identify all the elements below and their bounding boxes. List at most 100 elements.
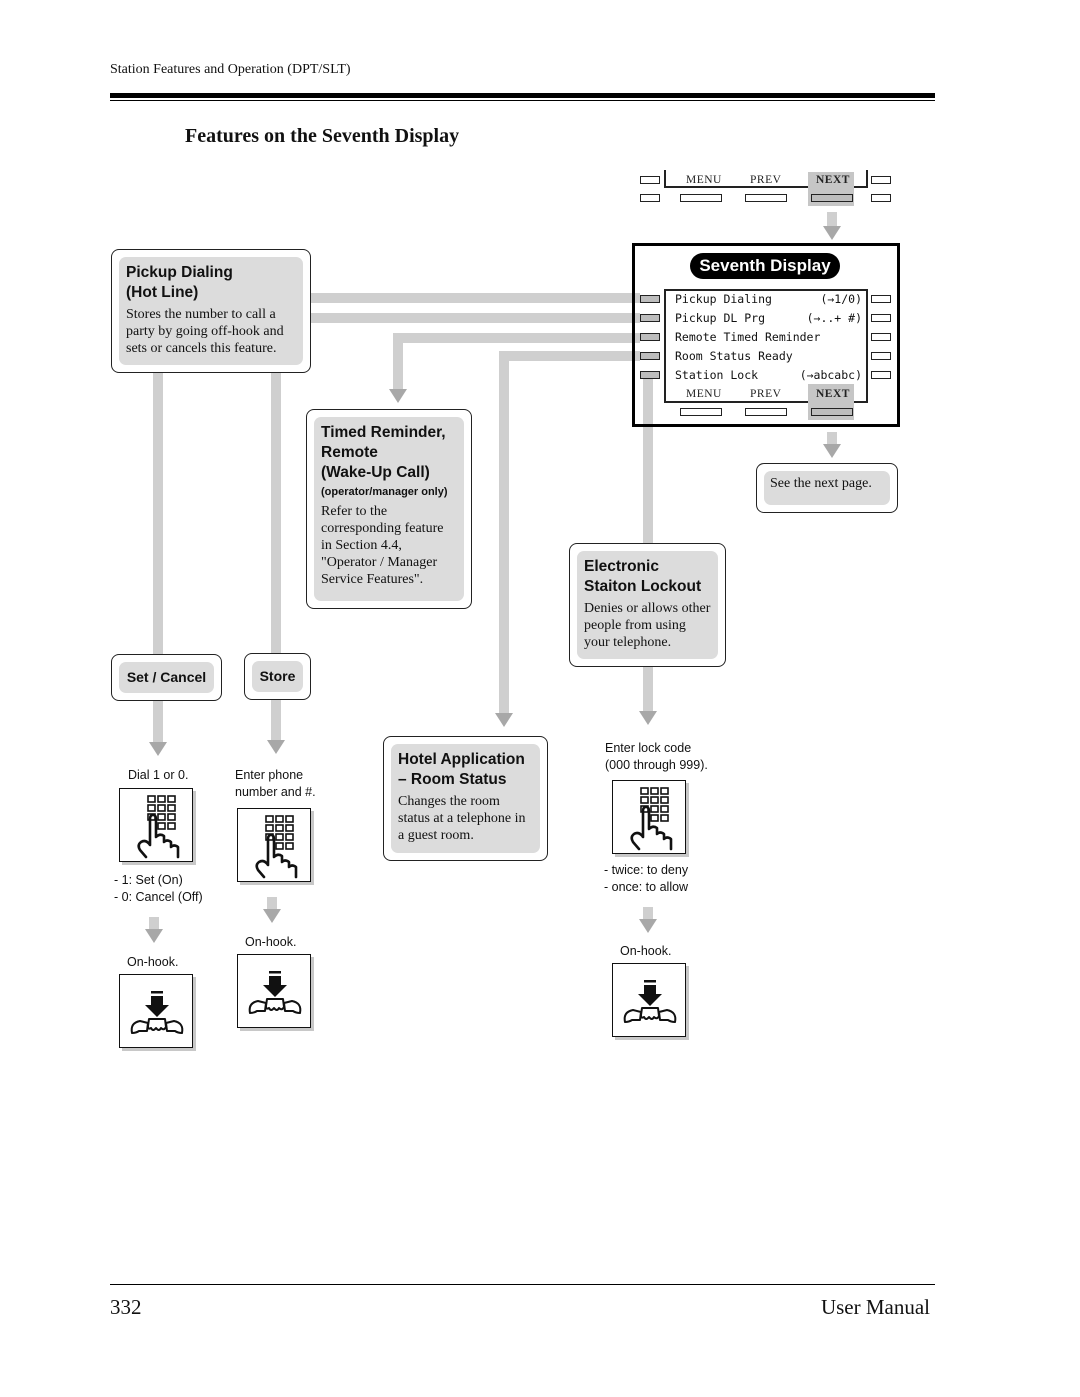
feature-title: (Wake-Up Call): [321, 464, 430, 481]
header-rule-thin: [110, 100, 935, 101]
onhook-caption: On-hook.: [127, 955, 179, 969]
flow-line-onhook-2: [267, 897, 277, 909]
handset-on-hook-icon: [612, 963, 686, 1037]
keypad-finger-icon: [237, 808, 311, 882]
feature-description: Refer to the corresponding feature in Se…: [321, 504, 444, 587]
softkey-prev-button[interactable]: [745, 408, 787, 416]
station-lockout-box: Electronic Staiton Lockout Denies or all…: [569, 543, 726, 667]
softkey-menu-button[interactable]: [680, 408, 722, 416]
down-arrow-icon: [149, 742, 167, 756]
pickup-dialing-box: Pickup Dialing (Hot Line) Stores the num…: [111, 249, 311, 373]
see-next-page-text: See the next page.: [764, 471, 890, 505]
display-line-label: Room Status Ready: [675, 349, 793, 363]
display-title-badge: Seventh Display: [690, 253, 840, 279]
see-next-page-box: See the next page.: [756, 463, 898, 513]
softkey-prev-button[interactable]: [745, 194, 787, 202]
softkey-next-button[interactable]: [811, 194, 853, 202]
display-line-label: Pickup DL Prg: [675, 311, 766, 325]
page-number: 332: [110, 1295, 142, 1319]
right-button-3[interactable]: [871, 333, 891, 341]
feature-description: Denies or allows other people from using…: [584, 601, 711, 650]
flow-line-set-cancel: [153, 372, 163, 654]
softkey-next-button[interactable]: [811, 408, 853, 416]
set-option: - 1: Set (On): [114, 873, 183, 887]
line-button-3[interactable]: [640, 333, 660, 341]
flow-line-room-status: [499, 351, 640, 361]
flow-line-lock-down: [643, 667, 653, 711]
feature-subtitle: (operator/manager only): [321, 486, 448, 498]
down-arrow-icon: [823, 226, 841, 240]
feature-title: Electronic: [584, 558, 659, 575]
line-button-1[interactable]: [640, 295, 660, 303]
feature-title: – Room Status: [398, 771, 507, 788]
down-arrow-icon: [639, 919, 657, 933]
down-arrow-icon: [267, 740, 285, 754]
store-caption-2: number and #.: [235, 785, 316, 799]
flow-line-set-down: [153, 700, 163, 742]
store-button[interactable]: Store: [244, 653, 311, 700]
right-button-2[interactable]: [871, 314, 891, 322]
flow-line-pickup-dialing: [310, 293, 640, 303]
down-arrow-icon: [389, 389, 407, 403]
softkey-menu-label: MENU: [686, 174, 722, 186]
line-button-5[interactable]: [640, 371, 660, 379]
softkey-menu-label: MENU: [686, 388, 722, 400]
down-arrow-icon: [263, 909, 281, 923]
flow-line-pickup-dl-prg: [310, 313, 640, 323]
handset-on-hook-icon: [237, 954, 311, 1028]
side-button[interactable]: [640, 194, 660, 202]
display-line-label: Remote Timed Reminder: [675, 330, 821, 344]
flow-line-next-top: [827, 212, 837, 226]
flow-line-store: [271, 372, 281, 654]
set-caption: Dial 1 or 0.: [128, 768, 189, 782]
softkey-next-label: NEXT: [816, 388, 850, 400]
line-button-2[interactable]: [640, 314, 660, 322]
flow-line-onhook-1: [149, 917, 159, 929]
feature-title: Remote: [321, 444, 378, 461]
down-arrow-icon: [639, 711, 657, 725]
softkey-menu-button[interactable]: [680, 194, 722, 202]
feature-title: Pickup Dialing: [126, 264, 233, 281]
right-button-4[interactable]: [871, 352, 891, 360]
set-cancel-label: Set / Cancel: [119, 662, 214, 693]
handset-on-hook-icon: [119, 974, 193, 1048]
lock-caption-2: (000 through 999).: [605, 758, 708, 772]
side-button[interactable]: [871, 176, 891, 184]
display-line-hint: (→..+ #): [806, 311, 862, 325]
timed-reminder-box: Timed Reminder, Remote (Wake-Up Call) (o…: [306, 409, 472, 609]
side-button[interactable]: [640, 176, 660, 184]
feature-title: (Hot Line): [126, 284, 199, 301]
header-rule-thick: [110, 93, 935, 98]
softkey-next-label: NEXT: [816, 174, 850, 186]
lock-option: - once: to allow: [604, 880, 689, 894]
line-button-4[interactable]: [640, 352, 660, 360]
feature-description: Stores the number to call a party by goi…: [126, 307, 284, 356]
feature-title: Hotel Application: [398, 751, 525, 768]
feature-description: Changes the room status at a telephone i…: [398, 794, 526, 843]
display-line-hint: (→1/0): [820, 292, 862, 306]
keypad-finger-icon: [612, 780, 686, 854]
lock-caption-1: Enter lock code: [605, 741, 692, 755]
feature-title: Timed Reminder,: [321, 424, 446, 441]
lock-option: - twice: to deny: [604, 863, 689, 877]
onhook-caption: On-hook.: [620, 944, 672, 958]
softkey-prev-label: PREV: [750, 388, 782, 400]
side-button[interactable]: [871, 194, 891, 202]
page-title: Features on the Seventh Display: [185, 125, 460, 147]
flow-line-onhook-3: [643, 907, 653, 919]
right-button-5[interactable]: [871, 371, 891, 379]
right-button-1[interactable]: [871, 295, 891, 303]
set-cancel-button[interactable]: Set / Cancel: [111, 654, 222, 701]
footer-rule: [110, 1284, 935, 1285]
store-label: Store: [252, 661, 303, 692]
display-line-label: Pickup Dialing: [675, 292, 772, 306]
running-header: Station Features and Operation (DPT/SLT): [110, 62, 351, 77]
onhook-caption: On-hook.: [245, 935, 297, 949]
flow-line-store-down: [271, 700, 281, 740]
set-option: - 0: Cancel (Off): [114, 890, 203, 904]
softkey-prev-label: PREV: [750, 174, 782, 186]
down-arrow-icon: [823, 444, 841, 458]
footer-title: User Manual: [820, 1295, 930, 1319]
store-caption-1: Enter phone: [235, 768, 304, 782]
flow-line-remote-timed-down: [393, 333, 403, 389]
